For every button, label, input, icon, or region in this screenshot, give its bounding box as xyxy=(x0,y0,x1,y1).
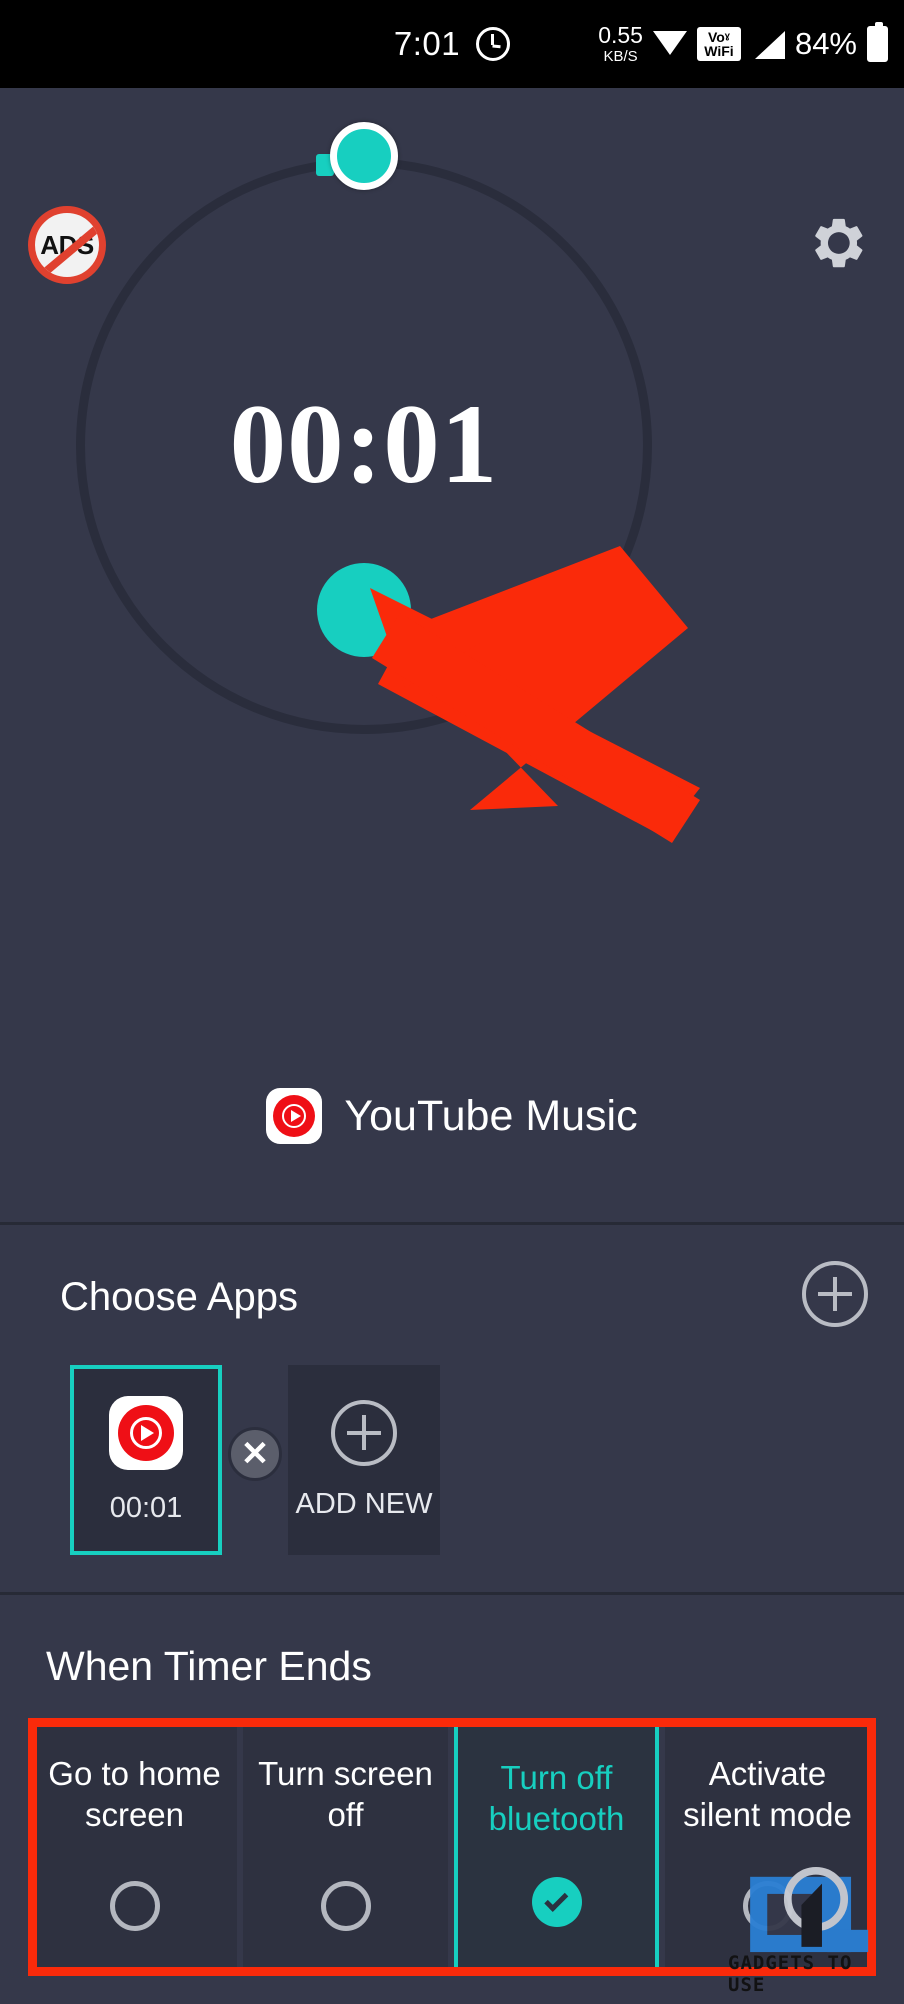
radio-button[interactable] xyxy=(109,1881,160,1931)
wifi-icon xyxy=(652,29,687,59)
battery-icon xyxy=(867,22,888,62)
phone-screen: 7:01 0.55 KB/S Voˠ WiFi 84% ADS 00:01 Yo… xyxy=(0,0,904,2004)
add-app-button[interactable] xyxy=(802,1261,868,1327)
when-timer-ends-title: When Timer Ends xyxy=(46,1643,372,1689)
signal-bars-icon xyxy=(751,29,785,59)
option-label: Turn off bluetooth xyxy=(488,1759,625,1838)
selected-app-name: YouTube Music xyxy=(344,1091,638,1140)
option-label: Go to home screen xyxy=(48,1755,221,1834)
check-icon xyxy=(543,1887,568,1912)
timer-dial[interactable]: 00:01 xyxy=(76,122,652,734)
radio-button[interactable] xyxy=(320,1881,371,1931)
watermark-logo: GADGETS TO USE xyxy=(722,1858,898,1996)
clock-icon xyxy=(476,27,511,61)
timer-end-option-screen-off[interactable]: Turn screen off xyxy=(243,1723,448,1975)
youtube-music-icon xyxy=(109,1395,183,1470)
status-bar-right: 0.55 KB/S Voˠ WiFi 84% xyxy=(598,0,888,88)
volte-wifi-icon: Voˠ WiFi xyxy=(696,27,741,61)
selected-app-row[interactable]: YouTube Music xyxy=(0,1088,904,1144)
choose-apps-title: Choose Apps xyxy=(60,1275,298,1319)
choose-apps-section: Choose Apps 00:01 ADD NEW xyxy=(0,1225,904,1592)
volte-line-1: Voˠ xyxy=(707,29,730,45)
option-label: Turn screen off xyxy=(258,1755,433,1834)
app-card[interactable]: 00:01 xyxy=(70,1365,222,1555)
network-speed-indicator: 0.55 KB/S xyxy=(598,22,643,65)
youtube-music-icon xyxy=(266,1088,323,1144)
timer-end-option-bluetooth-off[interactable]: Turn off bluetooth xyxy=(454,1723,659,1975)
timer-value-text: 00:01 xyxy=(229,382,499,507)
dial-handle[interactable] xyxy=(330,122,398,190)
battery-percent-text: 84% xyxy=(794,26,857,61)
status-bar: 7:01 0.55 KB/S Voˠ WiFi 84% xyxy=(0,0,904,88)
radio-button-checked[interactable] xyxy=(531,1877,582,1927)
status-bar-clock-text: 7:01 xyxy=(393,25,461,62)
remove-app-button[interactable]: ✕ xyxy=(228,1427,282,1481)
volte-line-2: WiFi xyxy=(704,43,734,59)
settings-button[interactable] xyxy=(804,208,874,278)
play-button[interactable] xyxy=(317,563,411,657)
watermark-text: GADGETS TO USE xyxy=(728,1952,853,1996)
timer-panel: ADS 00:01 YouTube Music xyxy=(0,88,904,1222)
add-new-label: ADD NEW xyxy=(295,1487,433,1520)
add-new-app-card[interactable]: ADD NEW xyxy=(288,1365,440,1555)
plus-circle-icon xyxy=(331,1399,397,1466)
plus-circle-icon xyxy=(802,1261,868,1327)
timer-end-option-home-screen[interactable]: Go to home screen xyxy=(32,1723,237,1975)
option-label: Activate silent mode xyxy=(683,1755,852,1834)
app-card-label: 00:01 xyxy=(109,1491,183,1524)
close-x-icon: ✕ xyxy=(240,1435,270,1473)
network-speed-value: 0.55 xyxy=(598,22,643,48)
network-speed-unit: KB/S xyxy=(603,48,638,65)
gear-icon xyxy=(815,218,863,268)
